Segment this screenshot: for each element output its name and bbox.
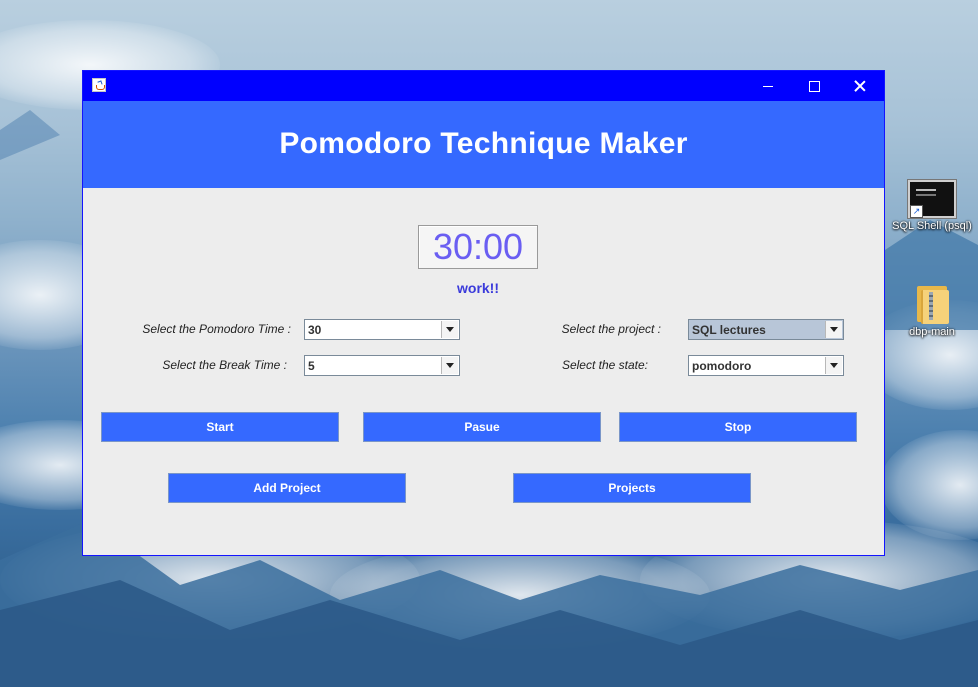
shortcut-arrow-icon: ↗ — [910, 205, 923, 218]
app-title: Pomodoro Technique Maker — [279, 127, 688, 160]
state-select[interactable]: pomodoro — [688, 355, 844, 376]
timer-display: 30:00 — [418, 225, 538, 269]
desktop-icon-dbp-main[interactable]: dbp-main — [892, 284, 972, 339]
chevron-down-icon[interactable] — [441, 357, 458, 374]
minimize-button[interactable] — [745, 71, 791, 101]
terminal-icon: ↗ — [908, 180, 956, 218]
pause-button[interactable]: Pasue — [363, 412, 601, 442]
project-value: SQL lectures — [692, 323, 766, 337]
desktop-icon-label: dbp-main — [909, 326, 955, 338]
pomodoro-time-label: Select the Pomodoro Time : — [142, 322, 291, 336]
app-header: Pomodoro Technique Maker — [83, 101, 884, 188]
desktop-icon-label: SQL Shell (psql) — [892, 220, 972, 232]
project-select[interactable]: SQL lectures — [688, 319, 844, 340]
pomodoro-time-value: 30 — [308, 323, 322, 337]
chevron-down-icon[interactable] — [441, 321, 458, 338]
stop-button[interactable]: Stop — [619, 412, 857, 442]
break-time-label: Select the Break Time : — [162, 358, 287, 372]
project-label: Select the project : — [561, 322, 661, 336]
maximize-button[interactable] — [791, 71, 837, 101]
break-time-value: 5 — [308, 359, 315, 373]
pomodoro-time-select[interactable]: 30 — [304, 319, 460, 340]
desktop-icon-sql-shell[interactable]: ↗ SQL Shell (psql) — [892, 180, 972, 233]
close-icon — [854, 80, 866, 92]
close-button[interactable] — [837, 71, 883, 101]
window-titlebar[interactable] — [83, 71, 884, 101]
start-button[interactable]: Start — [101, 412, 339, 442]
break-time-select[interactable]: 5 — [304, 355, 460, 376]
projects-button[interactable]: Projects — [513, 473, 751, 503]
current-state-label: work!! — [457, 280, 499, 296]
state-value: pomodoro — [692, 359, 752, 373]
state-label: Select the state: — [561, 358, 648, 372]
minimize-icon — [763, 86, 773, 87]
pomodoro-window: Pomodoro Technique Maker 30:00 work!! Se… — [82, 70, 885, 556]
add-project-button[interactable]: Add Project — [168, 473, 406, 503]
chevron-down-icon[interactable] — [825, 321, 842, 338]
chevron-down-icon[interactable] — [825, 357, 842, 374]
maximize-icon — [808, 80, 820, 92]
zip-folder-icon — [915, 284, 949, 324]
java-app-icon[interactable] — [92, 78, 106, 92]
